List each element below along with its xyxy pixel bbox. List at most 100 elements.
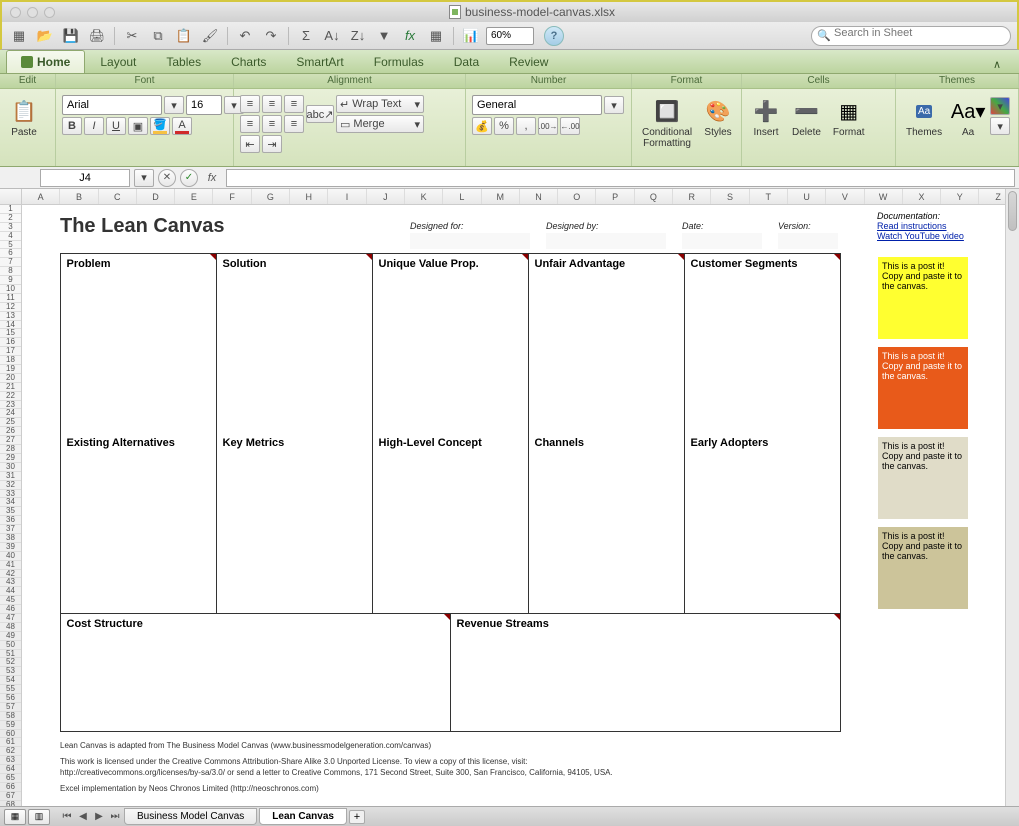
cell-alternatives[interactable]: Existing Alternatives bbox=[60, 433, 217, 614]
cell-segments[interactable]: Customer Segments bbox=[684, 253, 841, 434]
add-sheet-icon[interactable]: + bbox=[349, 810, 365, 824]
conditional-formatting-button[interactable]: 🔲 Conditional Formatting bbox=[638, 95, 696, 151]
open-icon[interactable]: 📂 bbox=[34, 26, 56, 46]
postit-orange[interactable]: This is a post it! Copy and paste it to … bbox=[878, 347, 968, 429]
postit-beige[interactable]: This is a post it! Copy and paste it to … bbox=[878, 527, 968, 609]
meta-designed-by-value[interactable] bbox=[546, 233, 666, 249]
cell-revenue[interactable]: Revenue Streams bbox=[450, 613, 841, 732]
sheet-tab-bmc[interactable]: Business Model Canvas bbox=[124, 808, 257, 825]
theme-fonts-button[interactable]: Aa▾ Aa bbox=[950, 95, 986, 140]
name-box[interactable] bbox=[40, 169, 130, 187]
percent-button[interactable]: % bbox=[494, 117, 514, 135]
format-cells-button[interactable]: ▦ Format bbox=[829, 95, 869, 140]
paste-button[interactable]: 📋 Paste bbox=[6, 95, 42, 140]
fill-color-button[interactable]: 🪣 bbox=[150, 117, 170, 135]
font-color-button[interactable]: A bbox=[172, 117, 192, 135]
cell-adopters[interactable]: Early Adopters bbox=[684, 433, 841, 614]
meta-version-value[interactable] bbox=[778, 233, 838, 249]
close-window-icon[interactable] bbox=[10, 7, 21, 18]
namebox-dropdown-icon[interactable]: ▾ bbox=[134, 169, 154, 187]
cell-problem[interactable]: Problem bbox=[60, 253, 217, 434]
italic-button[interactable]: I bbox=[84, 117, 104, 135]
cancel-formula-icon[interactable]: ✕ bbox=[158, 169, 176, 187]
row-headers[interactable]: 1234567891011121314151617181920212223242… bbox=[0, 205, 22, 810]
filter-icon[interactable]: ▼ bbox=[373, 26, 395, 46]
merge-button[interactable]: ▭Merge▾ bbox=[336, 115, 424, 133]
cell-concept[interactable]: High-Level Concept bbox=[372, 433, 529, 614]
align-left-icon[interactable]: ≡ bbox=[240, 115, 260, 133]
last-sheet-icon[interactable]: ⏭ bbox=[108, 810, 122, 824]
prev-sheet-icon[interactable]: ◀ bbox=[76, 810, 90, 824]
tab-smartart[interactable]: SmartArt bbox=[281, 50, 358, 73]
tab-layout[interactable]: Layout bbox=[85, 50, 151, 73]
themes-button[interactable]: Aa Themes bbox=[902, 95, 946, 140]
decrease-indent-icon[interactable]: ⇤ bbox=[240, 135, 260, 153]
page-layout-view-icon[interactable]: ▥ bbox=[28, 809, 50, 825]
first-sheet-icon[interactable]: ⏮ bbox=[60, 810, 74, 824]
number-format-select[interactable] bbox=[472, 95, 602, 115]
search-input[interactable] bbox=[834, 27, 1002, 39]
chart-icon[interactable]: 📊 bbox=[460, 26, 482, 46]
cell-cost[interactable]: Cost Structure bbox=[60, 613, 451, 732]
numfmt-dropdown-icon[interactable]: ▾ bbox=[604, 96, 624, 114]
cell-metrics[interactable]: Key Metrics bbox=[216, 433, 373, 614]
paste-icon[interactable]: 📋 bbox=[173, 26, 195, 46]
help-icon[interactable]: ? bbox=[544, 26, 564, 46]
font-size-select[interactable] bbox=[186, 95, 222, 115]
cut-icon[interactable]: ✂ bbox=[121, 26, 143, 46]
comma-button[interactable]: , bbox=[516, 117, 536, 135]
increase-decimal-icon[interactable]: .00→ bbox=[538, 117, 558, 135]
wrap-text-button[interactable]: ↵Wrap Text▾ bbox=[336, 95, 424, 113]
minimize-window-icon[interactable] bbox=[27, 7, 38, 18]
select-all-corner[interactable] bbox=[0, 189, 22, 205]
delete-cells-button[interactable]: ➖ Delete bbox=[788, 95, 825, 140]
meta-designed-for-value[interactable] bbox=[410, 233, 530, 249]
sort-desc-icon[interactable]: Z↓ bbox=[347, 26, 369, 46]
column-headers[interactable]: ABCDEFGHIJKLMNOPQRSTUVWXYZ bbox=[22, 189, 1019, 205]
tab-review[interactable]: Review bbox=[494, 50, 563, 73]
cell-solution[interactable]: Solution bbox=[216, 253, 373, 434]
search-box[interactable] bbox=[811, 26, 1011, 46]
align-top-right-icon[interactable]: ≡ bbox=[284, 95, 304, 113]
cell-unfair[interactable]: Unfair Advantage bbox=[528, 253, 685, 434]
font-dropdown-icon[interactable]: ▾ bbox=[164, 96, 184, 114]
align-top-center-icon[interactable]: ≡ bbox=[262, 95, 282, 113]
align-top-left-icon[interactable]: ≡ bbox=[240, 95, 260, 113]
font-name-select[interactable] bbox=[62, 95, 162, 115]
collapse-ribbon-icon[interactable]: ∧ bbox=[981, 56, 1013, 73]
underline-button[interactable]: U bbox=[106, 117, 126, 135]
sheet-tab-lean[interactable]: Lean Canvas bbox=[259, 808, 347, 825]
tab-data[interactable]: Data bbox=[439, 50, 494, 73]
orientation-button[interactable]: abc↗ bbox=[306, 105, 334, 123]
normal-view-icon[interactable]: ▦ bbox=[4, 809, 26, 825]
decrease-decimal-icon[interactable]: ←.00 bbox=[560, 117, 580, 135]
currency-button[interactable]: 💰 bbox=[472, 117, 492, 135]
zoom-select[interactable] bbox=[486, 27, 534, 45]
cell-channels[interactable]: Channels bbox=[528, 433, 685, 614]
read-instructions-link[interactable]: Read instructions bbox=[877, 221, 964, 231]
styles-button[interactable]: 🎨 Styles bbox=[700, 95, 736, 140]
autosum-icon[interactable]: Σ bbox=[295, 26, 317, 46]
sort-asc-icon[interactable]: A↓ bbox=[321, 26, 343, 46]
cell-uvp[interactable]: Unique Value Prop. bbox=[372, 253, 529, 434]
theme-effects-icon[interactable]: ▾ bbox=[990, 117, 1010, 135]
tab-home[interactable]: Home bbox=[6, 50, 85, 73]
function-icon[interactable]: fx bbox=[399, 26, 421, 46]
redo-icon[interactable]: ↷ bbox=[260, 26, 282, 46]
postit-yellow[interactable]: This is a post it! Copy and paste it to … bbox=[878, 257, 968, 339]
vertical-scrollbar[interactable] bbox=[1005, 189, 1019, 811]
fx-icon[interactable]: fx bbox=[202, 172, 222, 184]
theme-colors-icon[interactable]: ▾ bbox=[990, 97, 1010, 115]
zoom-window-icon[interactable] bbox=[44, 7, 55, 18]
insert-cells-button[interactable]: ➕ Insert bbox=[748, 95, 784, 140]
watch-video-link[interactable]: Watch YouTube video bbox=[877, 231, 964, 241]
print-icon[interactable]: 🖨 bbox=[86, 26, 108, 46]
show-formulas-icon[interactable]: ▦ bbox=[425, 26, 447, 46]
cells-area[interactable]: The Lean Canvas Designed for: Designed b… bbox=[22, 205, 1019, 811]
scroll-thumb[interactable] bbox=[1008, 191, 1017, 231]
bold-button[interactable]: B bbox=[62, 117, 82, 135]
align-right-icon[interactable]: ≡ bbox=[284, 115, 304, 133]
save-icon[interactable]: 💾 bbox=[60, 26, 82, 46]
workbook-icon[interactable]: ▦ bbox=[8, 26, 30, 46]
undo-icon[interactable]: ↶ bbox=[234, 26, 256, 46]
